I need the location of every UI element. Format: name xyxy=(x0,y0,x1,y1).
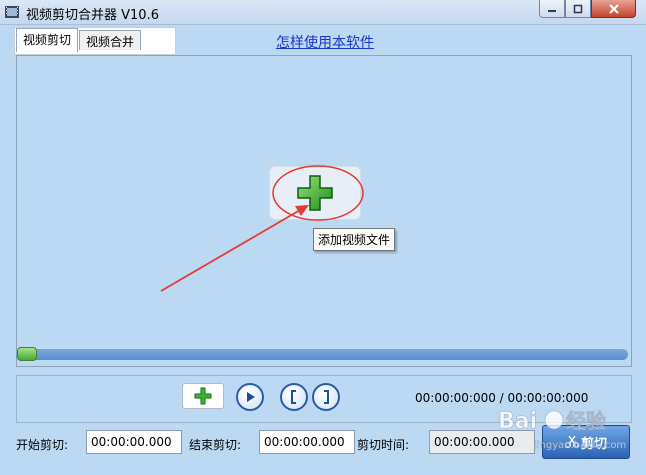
play-icon xyxy=(247,392,255,402)
time-readout: 00:00:00:000 / 00:00:00:000 xyxy=(415,391,588,405)
timeline-slider[interactable] xyxy=(16,349,628,360)
help-link[interactable]: 怎样使用本软件 xyxy=(276,32,374,52)
end-cut-field[interactable] xyxy=(259,430,355,454)
minimize-button[interactable] xyxy=(539,0,565,18)
title-bar: 视频剪切合并器 V10.6 xyxy=(0,0,646,25)
add-file-button[interactable] xyxy=(182,383,224,409)
add-video-tooltip: 添加视频文件 xyxy=(313,228,396,251)
cut-button-label: 剪切 xyxy=(580,436,607,452)
start-cut-label: 开始剪切: xyxy=(16,438,69,452)
maximize-icon xyxy=(573,4,583,13)
start-cut-field[interactable] xyxy=(86,430,182,454)
cut-duration-label: 剪切时间: xyxy=(357,438,410,452)
tab-video-cut[interactable]: 视频剪切 xyxy=(16,28,79,52)
maximize-button[interactable] xyxy=(565,0,591,18)
set-start-button[interactable] xyxy=(280,383,308,411)
client-area: 视频剪切 视频合并 怎样使用本软件 添加视频文件 00:00:00:000 / … xyxy=(0,25,646,475)
minimize-icon xyxy=(548,9,556,12)
total-time: 00:00:00:000 xyxy=(507,391,589,405)
cut-button[interactable]: 剪切 xyxy=(542,425,630,459)
current-time: 00:00:00:000 xyxy=(415,391,496,405)
close-icon xyxy=(608,3,619,14)
end-cut-label: 结束剪切: xyxy=(189,438,242,452)
play-button[interactable] xyxy=(236,383,264,411)
cut-duration-field xyxy=(429,430,535,454)
plus-icon xyxy=(194,387,212,405)
close-button[interactable] xyxy=(591,0,636,18)
window-title: 视频剪切合并器 V10.6 xyxy=(26,8,159,23)
set-end-button[interactable] xyxy=(312,383,340,411)
bracket-left-icon xyxy=(291,390,296,404)
annotation-ellipse xyxy=(272,165,364,221)
scissors-icon xyxy=(564,435,579,448)
tab-video-merge[interactable]: 视频合并 xyxy=(79,30,142,50)
film-icon xyxy=(5,6,19,18)
time-separator: / xyxy=(499,391,504,405)
bracket-right-icon xyxy=(324,390,329,404)
timeline-slider-handle[interactable] xyxy=(17,347,37,361)
video-preview-panel: 添加视频文件 xyxy=(16,55,632,367)
